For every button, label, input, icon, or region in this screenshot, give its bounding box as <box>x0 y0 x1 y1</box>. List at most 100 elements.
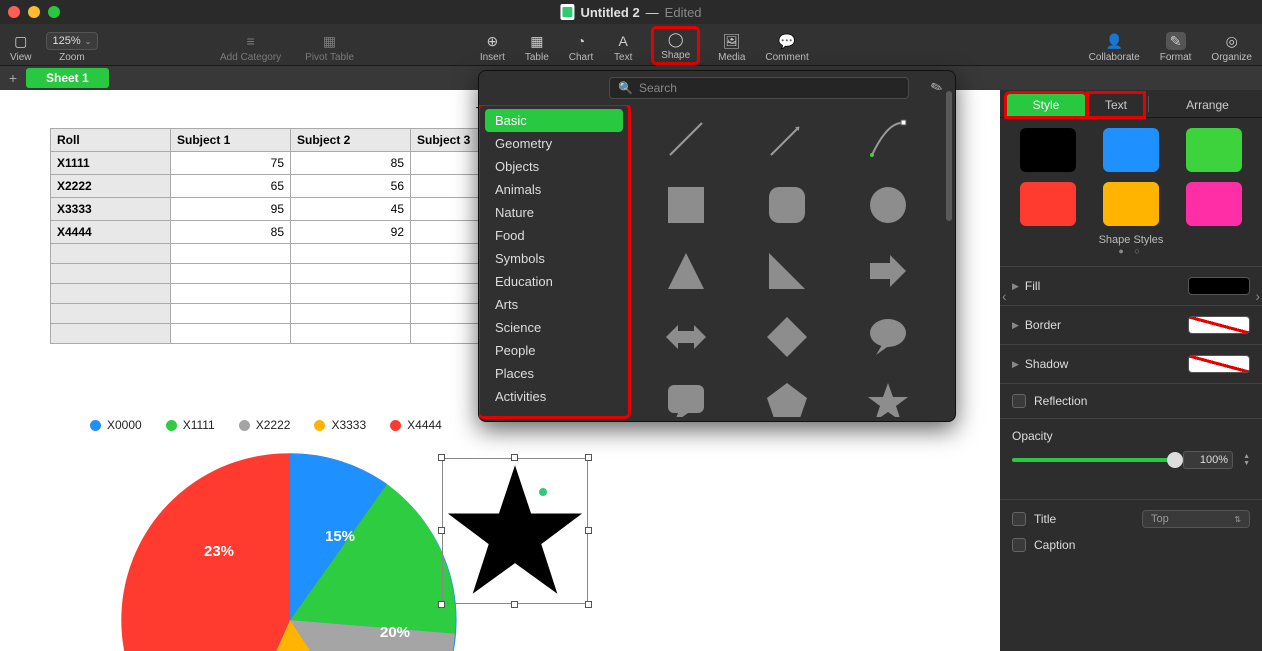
style-swatch[interactable] <box>1020 182 1076 226</box>
table-button[interactable]: ▦Table <box>525 32 549 63</box>
opacity-value-field[interactable]: 100% <box>1183 451 1233 469</box>
disclosure-icon[interactable]: ▶ <box>1012 359 1019 370</box>
border-swatch[interactable] <box>1188 316 1250 334</box>
style-swatch[interactable] <box>1020 128 1076 172</box>
resize-handle[interactable] <box>511 454 518 461</box>
shape-circle-icon[interactable] <box>840 175 935 235</box>
opacity-slider[interactable] <box>1012 458 1175 462</box>
shape-pentagon-icon[interactable] <box>740 373 835 417</box>
style-swatch[interactable] <box>1103 128 1159 172</box>
fill-row[interactable]: ▶ Fill <box>1000 266 1262 305</box>
fill-swatch[interactable] <box>1188 277 1250 295</box>
resize-handle[interactable] <box>438 454 445 461</box>
table-row <box>51 324 531 344</box>
legend-item[interactable]: X0000 <box>90 418 142 432</box>
reflection-checkbox[interactable] <box>1012 394 1026 408</box>
shape-curve-icon[interactable] <box>840 109 935 169</box>
shape-speech-bubble-icon[interactable] <box>840 307 935 367</box>
fullscreen-window-icon[interactable] <box>48 6 60 18</box>
slider-thumb[interactable] <box>1167 452 1183 468</box>
data-table[interactable]: Roll Subject 1 Subject 2 Subject 3 X1111… <box>50 128 531 344</box>
shape-category[interactable]: Nature <box>485 201 623 224</box>
shape-category[interactable]: Places <box>485 362 623 385</box>
shadow-swatch[interactable] <box>1188 355 1250 373</box>
resize-handle[interactable] <box>438 601 445 608</box>
shape-category[interactable]: Activities <box>485 385 623 408</box>
shape-category[interactable]: Food <box>485 224 623 247</box>
close-window-icon[interactable] <box>8 6 20 18</box>
border-row[interactable]: ▶ Border <box>1000 305 1262 344</box>
style-swatch[interactable] <box>1186 182 1242 226</box>
shape-arrow-bidir-icon[interactable] <box>639 307 734 367</box>
shape-category[interactable]: Symbols <box>485 247 623 270</box>
shape-category[interactable]: Science <box>485 316 623 339</box>
legend-item[interactable]: X2222 <box>239 418 291 432</box>
insert-button[interactable]: ⊕Insert <box>480 32 505 63</box>
format-button[interactable]: ✎Format <box>1160 32 1192 63</box>
shape-tool-button[interactable]: ◯Shape <box>653 28 698 63</box>
caption-checkbox[interactable] <box>1012 538 1026 552</box>
scrollbar-thumb[interactable] <box>946 91 952 221</box>
tab-arrange[interactable]: Arrange <box>1153 93 1262 117</box>
tab-text[interactable]: Text <box>1088 93 1144 117</box>
shadow-row[interactable]: ▶ Shadow <box>1000 344 1262 383</box>
shape-category[interactable]: Objects <box>485 155 623 178</box>
pivot-table-button[interactable]: ▦ Pivot Table <box>305 32 354 63</box>
tab-style[interactable]: Style <box>1006 93 1086 117</box>
shape-line-icon[interactable] <box>639 109 734 169</box>
draw-shape-icon[interactable]: ✎ <box>929 78 946 98</box>
resize-handle[interactable] <box>511 601 518 608</box>
table-header[interactable]: Subject 2 <box>291 129 411 152</box>
view-button[interactable]: ▢ View <box>10 32 32 63</box>
resize-handle[interactable] <box>438 527 445 534</box>
style-swatch[interactable] <box>1103 182 1159 226</box>
shape-edit-handle[interactable] <box>539 488 547 496</box>
disclosure-icon[interactable]: ▶ <box>1012 281 1019 292</box>
shape-category[interactable]: Education <box>485 270 623 293</box>
shape-right-triangle-icon[interactable] <box>740 241 835 301</box>
sheet-tab[interactable]: Sheet 1 <box>26 68 109 88</box>
opacity-label: Opacity <box>1012 429 1250 443</box>
shape-callout-square-icon[interactable] <box>639 373 734 417</box>
minimize-window-icon[interactable] <box>28 6 40 18</box>
shape-rounded-square-icon[interactable] <box>740 175 835 235</box>
shape-arrow-line-icon[interactable] <box>740 109 835 169</box>
table-header[interactable]: Subject 1 <box>171 129 291 152</box>
shape-square-icon[interactable] <box>639 175 734 235</box>
collaborate-button[interactable]: 👤Collaborate <box>1089 32 1140 63</box>
media-button[interactable]: 🖼Media <box>718 32 745 63</box>
shape-arrow-right-icon[interactable] <box>840 241 935 301</box>
add-category-button[interactable]: ≡ Add Category <box>220 32 281 63</box>
shape-category[interactable]: People <box>485 339 623 362</box>
shape-category[interactable]: Arts <box>485 293 623 316</box>
organize-button[interactable]: ◎Organize <box>1211 32 1252 63</box>
shape-search-input[interactable]: 🔍 Search <box>609 77 909 99</box>
disclosure-icon[interactable]: ▶ <box>1012 320 1019 331</box>
zoom-dropdown[interactable]: 125%⌄ Zoom <box>46 32 99 63</box>
add-sheet-button[interactable]: + <box>0 70 26 86</box>
chart-button[interactable]: ◔Chart <box>569 32 593 63</box>
pie-chart[interactable]: 15% 23% 20% <box>120 450 460 651</box>
prev-styles-button[interactable]: ‹ <box>1002 288 1007 304</box>
shape-category[interactable]: Basic <box>485 109 623 132</box>
text-tool-button[interactable]: AText <box>613 32 633 63</box>
legend-item[interactable]: X4444 <box>390 418 442 432</box>
shape-category[interactable]: Geometry <box>485 132 623 155</box>
shape-diamond-icon[interactable] <box>740 307 835 367</box>
legend-item[interactable]: X1111 <box>166 418 215 432</box>
shape-triangle-icon[interactable] <box>639 241 734 301</box>
shape-category[interactable]: Animals <box>485 178 623 201</box>
opacity-stepper[interactable]: ▲▼ <box>1243 453 1250 467</box>
legend-item[interactable]: X3333 <box>314 418 366 432</box>
selected-shape-star[interactable] <box>442 458 588 604</box>
title-checkbox[interactable] <box>1012 512 1026 526</box>
comment-button[interactable]: 💬Comment <box>765 32 808 63</box>
next-styles-button[interactable]: › <box>1255 288 1260 304</box>
style-swatch[interactable] <box>1186 128 1242 172</box>
resize-handle[interactable] <box>585 454 592 461</box>
resize-handle[interactable] <box>585 527 592 534</box>
shape-star-icon[interactable] <box>840 373 935 417</box>
title-position-select[interactable]: Top⇅ <box>1142 510 1250 528</box>
table-header[interactable]: Roll <box>51 129 171 152</box>
resize-handle[interactable] <box>585 601 592 608</box>
